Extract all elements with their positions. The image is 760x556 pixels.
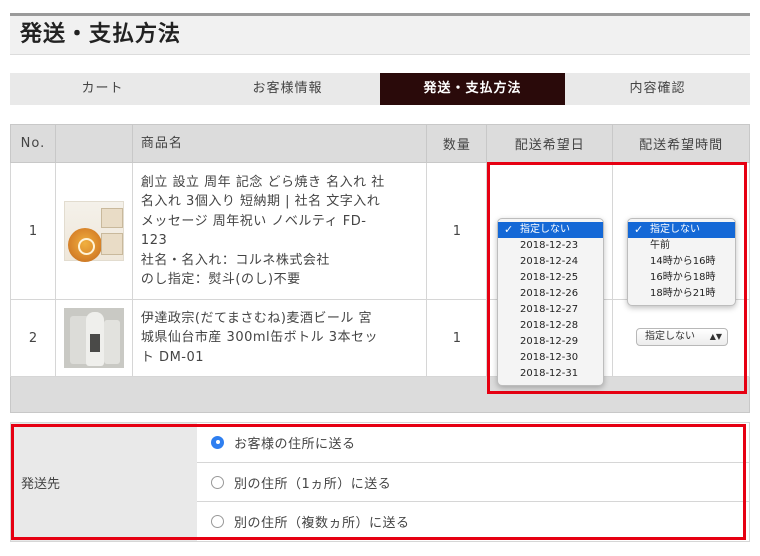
ship-to-customer-address[interactable]: お客様の住所に送る — [197, 423, 749, 463]
page-title: 発送・支払方法 — [20, 22, 182, 47]
ship-to-other-address[interactable]: 別の住所（1ヵ所）に送る — [197, 463, 749, 503]
col-header-no: No. — [10, 124, 56, 163]
shipping-destination-section: 発送先 お客様の住所に送る 別の住所（1ヵ所）に送る 別の住所（複数ヵ所）に送る — [10, 422, 750, 542]
shipping-destination-options: お客様の住所に送る 別の住所（1ヵ所）に送る 別の住所（複数ヵ所）に送る — [197, 423, 749, 541]
time-option[interactable]: ✓ 指定しない — [628, 222, 735, 238]
ship-to-multiple-addresses[interactable]: 別の住所（複数ヵ所）に送る — [197, 502, 749, 541]
step-customer-info[interactable]: お客様情報 — [195, 73, 380, 105]
time-option[interactable]: 16時から18時 — [628, 270, 735, 286]
table-footer — [10, 376, 750, 413]
delivery-time-dropdown[interactable]: ✓ 指定しない 午前 14時から16時 16時から18時 18時から21時 — [627, 218, 736, 306]
time-option[interactable]: 14時から16時 — [628, 254, 735, 270]
product-qty: 1 — [426, 299, 488, 377]
time-option[interactable]: 午前 — [628, 238, 735, 254]
date-option[interactable]: 2018-12-28 — [498, 318, 603, 334]
date-option[interactable]: 2018-12-27 — [498, 302, 603, 318]
product-name: 伊達政宗(だてまさむね)麦酒ビール 宮 城県仙台市産 300ml缶ボトル 3本セ… — [131, 299, 428, 377]
radio-icon[interactable] — [211, 475, 224, 489]
date-option[interactable]: 2018-12-24 — [498, 254, 603, 270]
radio-icon[interactable] — [211, 515, 224, 529]
date-option[interactable]: 2018-12-23 — [498, 238, 603, 254]
page-heading: 発送・支払方法 — [10, 13, 750, 55]
col-header-name: 商品名 — [131, 124, 428, 163]
product-qty: 1 — [426, 162, 488, 300]
checkmark-icon: ✓ — [634, 223, 644, 236]
step-confirm: 内容確認 — [629, 81, 686, 96]
radio-selected-icon[interactable] — [211, 435, 224, 449]
col-header-image — [54, 124, 133, 163]
row2-delivery-time-select[interactable]: 指定しない ▲▼ — [636, 328, 728, 346]
shipping-destination-label: 発送先 — [11, 423, 197, 541]
dorayaki-product-image[interactable] — [63, 201, 124, 262]
col-header-delivery-date: 配送希望日 — [486, 124, 614, 163]
date-option[interactable]: 2018-12-26 — [498, 286, 603, 302]
date-option[interactable]: ✓ 指定しない — [498, 222, 603, 238]
delivery-date-dropdown[interactable]: ✓ 指定しない 2018-12-23 2018-12-24 2018-12-25 … — [497, 218, 604, 386]
checkmark-icon: ✓ — [504, 223, 514, 236]
date-option[interactable]: 2018-12-29 — [498, 334, 603, 350]
row-no: 1 — [10, 162, 56, 300]
updown-arrows-icon: ▲▼ — [709, 332, 722, 341]
date-option[interactable]: 2018-12-25 — [498, 270, 603, 286]
beer-bottle-product-image[interactable] — [63, 308, 124, 368]
step-shipping-payment: 発送・支払方法 — [380, 73, 565, 105]
date-option[interactable]: 2018-12-30 — [498, 350, 603, 366]
col-header-delivery-time: 配送希望時間 — [612, 124, 750, 163]
time-option[interactable]: 18時から21時 — [628, 286, 735, 302]
step-cart[interactable]: カート — [10, 73, 195, 105]
checkout-steps: カート お客様情報 発送・支払方法 内容確認 — [10, 73, 750, 105]
date-option[interactable]: 2018-12-31 — [498, 366, 603, 382]
product-name: 創立 設立 周年 記念 どら焼き 名入れ 社 名入れ 3個入り 短納期 | 社名… — [131, 162, 428, 300]
col-header-qty: 数量 — [426, 124, 488, 163]
row-no: 2 — [10, 299, 56, 377]
